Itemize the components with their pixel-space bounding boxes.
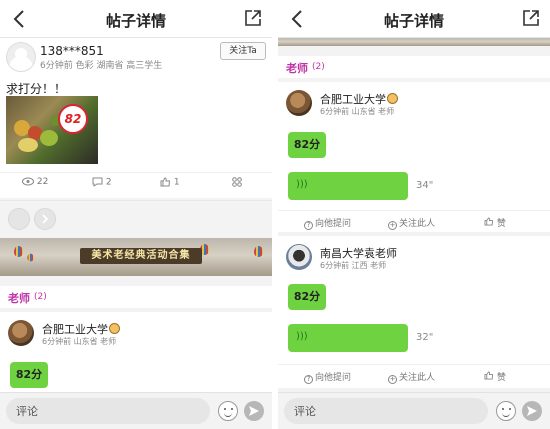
thumbs-up-icon <box>160 177 171 187</box>
comments-count: 2 <box>105 177 112 188</box>
voice-message[interactable]: ))) <box>288 172 408 200</box>
like-button[interactable]: 赞 <box>484 370 506 383</box>
teacher-avatar[interactable] <box>286 90 312 116</box>
ask-label: 向他提问 <box>315 219 352 229</box>
post-image[interactable] <box>6 96 98 164</box>
top-bar: 帖子详情 <box>278 0 550 38</box>
balloon-icon <box>14 246 23 257</box>
likes-count: 1 <box>173 177 180 188</box>
like-label: 赞 <box>496 373 506 383</box>
banner-title: 美术老经典活动合集 <box>80 248 202 264</box>
liker-avatar[interactable] <box>8 208 30 230</box>
post-text: 求打分！！ <box>6 82 67 96</box>
author-avatar[interactable] <box>6 42 36 72</box>
chevron-right-icon <box>42 214 49 224</box>
share-icon[interactable] <box>522 9 540 27</box>
page-title: 帖子详情 <box>105 12 166 30</box>
thumbs-up-icon <box>484 371 494 380</box>
send-button[interactable] <box>522 401 542 421</box>
like-button[interactable]: 赞 <box>484 216 506 229</box>
emoji-icon[interactable] <box>496 401 516 421</box>
ask-button[interactable]: ? 向他提问 <box>304 370 351 384</box>
teacher-name-row[interactable]: 合肥工业大学 <box>42 321 120 337</box>
teacher-section-header: 老师 (2) <box>0 286 272 308</box>
voice-wave-icon: ))) <box>296 179 308 190</box>
comment-icon <box>92 177 103 187</box>
question-icon: ? <box>304 221 313 230</box>
teacher-avatar[interactable] <box>8 320 34 346</box>
emoji-icon[interactable] <box>218 401 238 421</box>
likers-more-button[interactable] <box>34 208 56 230</box>
left-screen: 帖子详情 138***851 6分钟前 色彩 湖南省 高三学生 关注Ta 求打分… <box>0 0 272 429</box>
thumbs-up-icon <box>484 217 494 226</box>
teacher-meta: 6分钟前 山东省 老师 <box>320 107 395 116</box>
bottom-bar <box>0 392 272 429</box>
teacher-card: 南昌大学袁老师 6分钟前 江西 老师 82分 ))) 32" ? 向他提问 + 关注… <box>278 236 550 388</box>
balloon-icon <box>254 246 263 257</box>
grid-icon <box>232 177 242 187</box>
teacher-actions: ? 向他提问 + 关注此人 赞 <box>278 364 550 386</box>
section-label: 老师 <box>8 292 30 305</box>
views-stat: 22 <box>22 177 48 187</box>
page-title: 帖子详情 <box>383 12 444 30</box>
plus-icon: + <box>388 375 397 384</box>
author-username[interactable]: 138***851 <box>40 44 104 58</box>
teacher-badge-icon <box>387 93 398 104</box>
share-icon[interactable] <box>244 9 262 27</box>
score-bubble: 82分 <box>288 132 326 158</box>
activity-banner[interactable]: 美术老经典活动合集 <box>0 238 272 276</box>
activity-banner-strip[interactable] <box>278 38 550 46</box>
follow-teacher-label: 关注此人 <box>399 373 436 383</box>
author-meta: 6分钟前 色彩 湖南省 高三学生 <box>40 61 163 71</box>
like-label: 赞 <box>496 219 506 229</box>
send-icon <box>527 406 537 416</box>
teacher-avatar[interactable] <box>286 244 312 270</box>
follow-teacher-label: 关注此人 <box>399 219 436 229</box>
teacher-meta: 6分钟前 山东省 老师 <box>42 337 117 346</box>
comment-input[interactable] <box>6 398 210 424</box>
voice-message[interactable]: ))) <box>288 324 408 352</box>
likers-row <box>0 200 272 234</box>
score-badge: 82 <box>58 104 88 134</box>
teacher-card: 合肥工业大学 6分钟前 山东省 老师 82分 ))) 34" ? 向他提问 + 关注… <box>278 82 550 232</box>
voice-wave-icon: ))) <box>296 331 308 342</box>
stats-bar: 22 2 1 <box>0 172 272 194</box>
more-stat[interactable] <box>232 177 242 188</box>
eye-icon <box>22 177 34 186</box>
ask-label: 向他提问 <box>315 373 352 383</box>
section-count: (2) <box>34 292 47 302</box>
teacher-card: 合肥工业大学 6分钟前 山东省 老师 82分 <box>0 312 272 392</box>
comment-input[interactable] <box>284 398 488 424</box>
section-count: (2) <box>312 62 325 72</box>
teacher-badge-icon <box>109 323 120 334</box>
voice-duration: 34" <box>416 180 434 191</box>
teacher-name[interactable]: 南昌大学袁老师 <box>320 245 397 261</box>
teacher-section-header: 老师 (2) <box>278 56 550 78</box>
follow-button[interactable]: 关注Ta <box>220 42 266 60</box>
section-label: 老师 <box>286 62 308 75</box>
likes-stat[interactable]: 1 <box>160 177 180 188</box>
teacher-meta: 6分钟前 江西 老师 <box>320 261 387 270</box>
question-icon: ? <box>304 375 313 384</box>
plus-icon: + <box>388 221 397 230</box>
ask-button[interactable]: ? 向他提问 <box>304 216 351 230</box>
teacher-name-row[interactable]: 合肥工业大学 <box>320 91 398 107</box>
views-count: 22 <box>36 177 49 187</box>
follow-teacher-button[interactable]: + 关注此人 <box>388 370 435 384</box>
follow-teacher-button[interactable]: + 关注此人 <box>388 216 435 230</box>
teacher-actions: ? 向他提问 + 关注此人 赞 <box>278 210 550 232</box>
top-bar: 帖子详情 <box>0 0 272 38</box>
teacher-name: 合肥工业大学 <box>42 323 108 336</box>
right-screen: 帖子详情 老师 (2) 合肥工业大学 6分钟前 山东省 老师 82分 ))) 3… <box>278 0 550 429</box>
score-bubble: 82分 <box>288 284 326 310</box>
comments-stat[interactable]: 2 <box>92 177 112 188</box>
bottom-bar <box>278 392 550 429</box>
score-bubble: 82分 <box>10 362 48 388</box>
send-icon <box>249 406 259 416</box>
voice-duration: 32" <box>416 332 434 343</box>
teacher-name: 合肥工业大学 <box>320 93 386 106</box>
send-button[interactable] <box>244 401 264 421</box>
balloon-icon <box>27 253 34 262</box>
